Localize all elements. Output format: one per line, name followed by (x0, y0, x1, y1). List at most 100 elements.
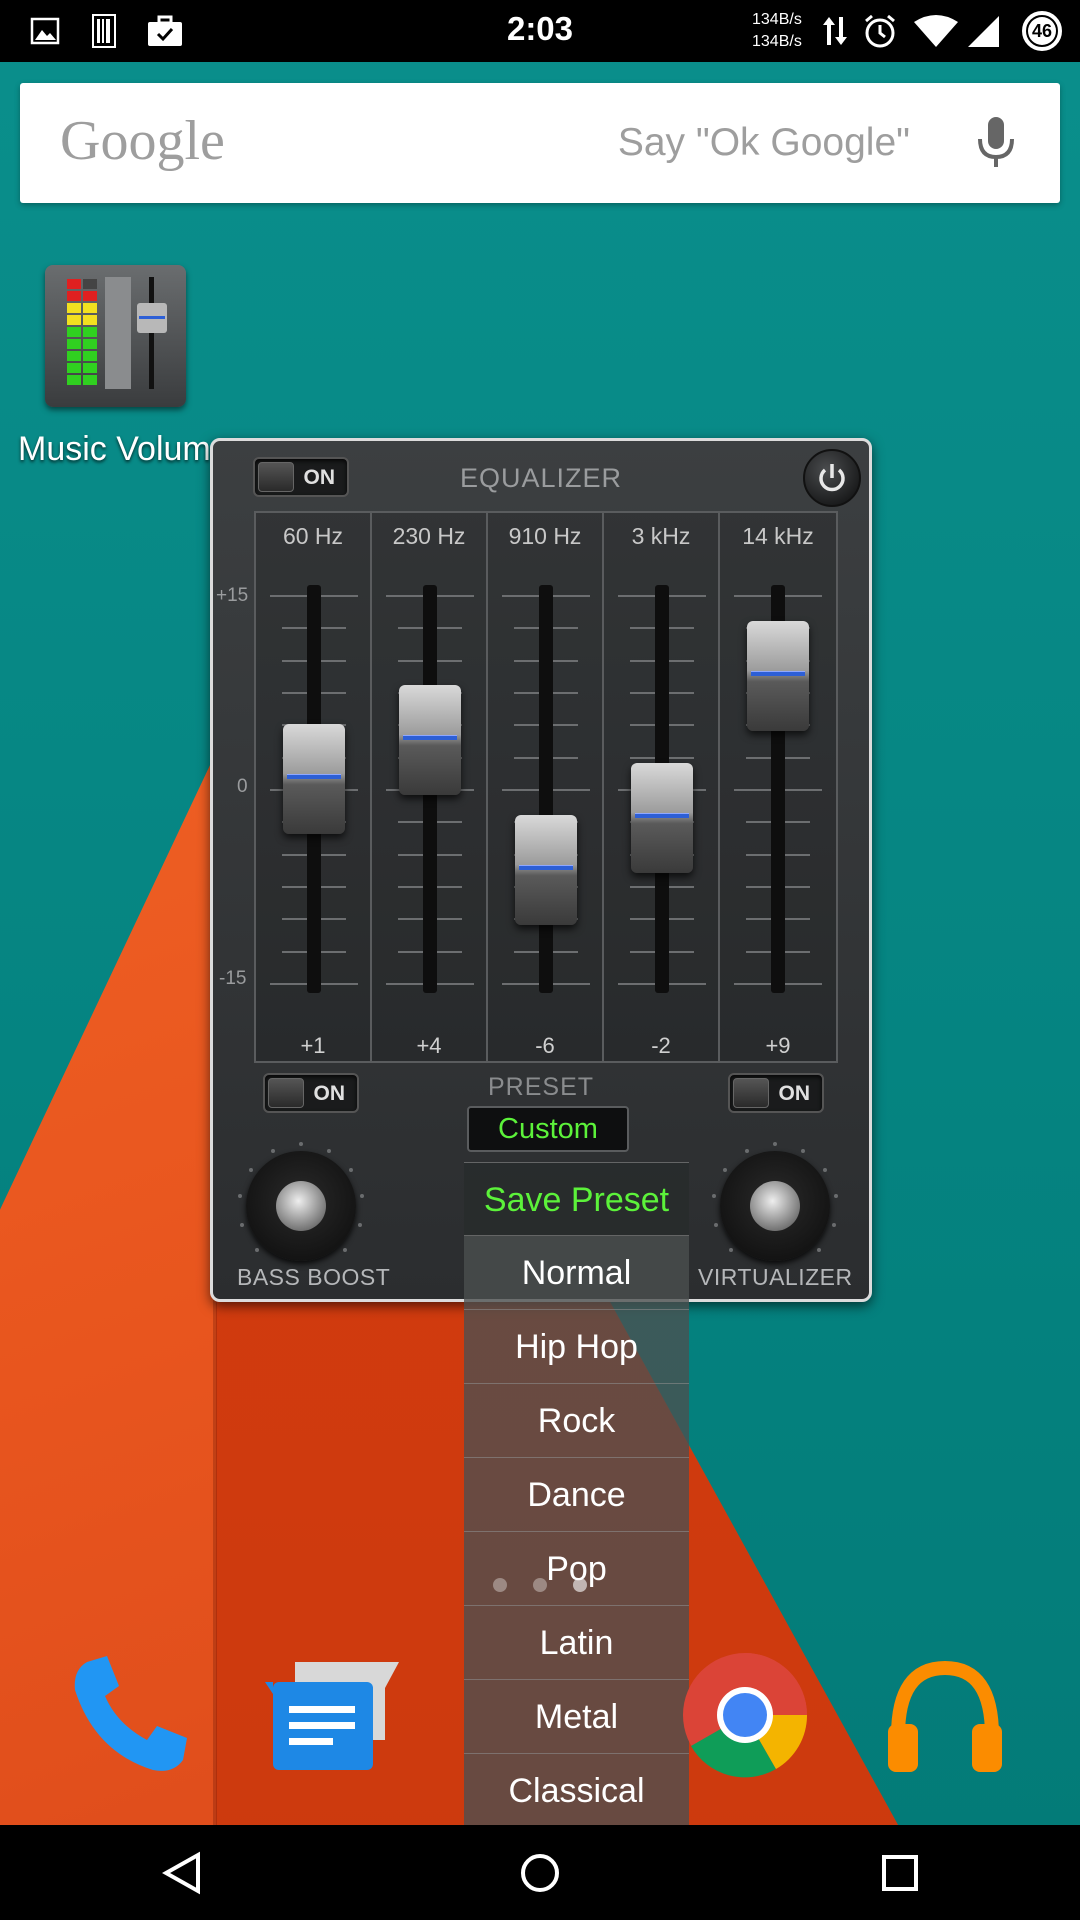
data-transfer-icon (822, 12, 848, 50)
preset-option[interactable]: Classical (464, 1754, 689, 1828)
slider-thumb[interactable] (283, 724, 345, 835)
slider-thumb[interactable] (631, 762, 693, 873)
google-search-bar[interactable]: Google Say "Ok Google" (20, 83, 1060, 203)
eq-band: 230 Hz +4 (372, 513, 488, 1061)
virtualizer-knob[interactable] (710, 1141, 840, 1271)
mic-icon[interactable] (976, 115, 1016, 171)
knob-scale-dot (248, 1167, 253, 1172)
bass-boost-label: BASS BOOST (237, 1264, 391, 1290)
knob-scale-dot (255, 1247, 260, 1252)
slider-thumb-indicator (519, 864, 573, 870)
knob-scale-dot (299, 1142, 303, 1146)
eq-band: 60 Hz +1 (256, 513, 372, 1061)
slider-thumb[interactable] (515, 814, 577, 925)
knob-scale-dot (831, 1223, 836, 1228)
knob-scale-dot (744, 1148, 749, 1153)
knob-cap (750, 1181, 800, 1231)
knob-scale-dot (342, 1247, 347, 1252)
knob-scale-dot (773, 1142, 777, 1146)
band-value-label: +4 (416, 1033, 442, 1058)
music-volume-app-icon[interactable] (45, 265, 186, 407)
equalizer-title: EQUALIZER (459, 463, 623, 493)
band-frequency-label: 14 kHz (742, 523, 814, 549)
preset-option[interactable]: Metal (464, 1680, 689, 1754)
app-label[interactable]: Music Volum. (18, 430, 220, 469)
level-meter-graphic (67, 277, 167, 389)
band-value-label: -2 (651, 1033, 671, 1058)
slider-thumb-indicator (635, 812, 689, 818)
power-icon[interactable] (803, 449, 861, 507)
google-logo: Google (60, 110, 225, 172)
preset-option[interactable]: Hip Hop (464, 1310, 689, 1384)
band-value-label: +9 (765, 1033, 791, 1058)
slider-thumb-indicator (751, 670, 805, 676)
knob-scale-dot (240, 1223, 245, 1228)
slider-thumb[interactable] (399, 685, 461, 796)
knob-body (720, 1151, 830, 1261)
knob-scale-dot (327, 1148, 332, 1153)
band-frequency-label: 910 Hz (508, 523, 582, 549)
preset-selector[interactable]: Custom (467, 1106, 629, 1152)
wifi-icon (912, 12, 960, 50)
wallpaper-seam (213, 1300, 217, 1830)
data-rate: 134B/s 134B/s (752, 9, 802, 53)
eq-band: 3 kHz -2 (604, 513, 720, 1061)
band-frequency-label: 60 Hz (282, 523, 344, 549)
status-bar: 2:03 134B/s 134B/s 46 (0, 0, 1080, 62)
knob-scale-dot (357, 1223, 362, 1228)
page-indicator (490, 1575, 590, 1595)
scale-bottom-label: -15 (219, 968, 247, 989)
slider-thumb-indicator (403, 735, 457, 741)
signal-icon (965, 12, 1001, 50)
knob-body (246, 1151, 356, 1261)
eq-band: 14 kHz +9 (720, 513, 836, 1061)
knob-scale-dot (823, 1167, 828, 1172)
knob-scale-dot (360, 1194, 365, 1199)
knob-scale-dot (834, 1194, 839, 1199)
band-value-label: -6 (535, 1033, 555, 1058)
band-frequency-label: 230 Hz (392, 523, 466, 549)
preset-option[interactable]: Normal (464, 1236, 689, 1310)
bass-boost-knob[interactable] (236, 1141, 366, 1271)
recents-icon[interactable] (872, 1845, 928, 1901)
eq-band: 910 Hz -6 (488, 513, 604, 1061)
chrome-icon[interactable] (680, 1650, 810, 1780)
knob-scale-dot (237, 1194, 242, 1199)
home-icon[interactable] (512, 1845, 568, 1901)
band-value-label: +1 (300, 1033, 326, 1058)
knob-scale-dot (349, 1167, 354, 1172)
knob-scale-dot (816, 1247, 821, 1252)
play-music-icon[interactable] (880, 1650, 1010, 1780)
preset-option[interactable]: Dance (464, 1458, 689, 1532)
slider-track[interactable] (539, 585, 553, 993)
back-icon[interactable] (154, 1845, 210, 1901)
search-hint: Say "Ok Google" (617, 121, 910, 164)
phone-icon[interactable] (65, 1650, 195, 1780)
battery-level: 46 (1031, 21, 1053, 41)
alarm-icon (860, 12, 900, 50)
navigation-bar (0, 1825, 1080, 1920)
scale-mid-label: 0 (237, 776, 248, 797)
band-frequency-label: 3 kHz (631, 523, 691, 549)
knob-scale-dot (801, 1148, 806, 1153)
knob-scale-dot (714, 1223, 719, 1228)
knob-scale-dot (711, 1194, 716, 1199)
knob-scale-dot (722, 1167, 727, 1172)
slider-thumb[interactable] (747, 620, 809, 731)
knob-scale-dot (729, 1247, 734, 1252)
slider-thumb-indicator (287, 774, 341, 780)
messenger-icon[interactable] (265, 1650, 399, 1780)
battery-icon: 46 (1020, 11, 1064, 51)
preset-option[interactable]: Latin (464, 1606, 689, 1680)
virtualizer-label: VIRTUALIZER (698, 1264, 853, 1290)
knob-cap (276, 1181, 326, 1231)
data-rate-down: 134B/s (752, 33, 802, 50)
band-panel: 60 Hz +1 230 Hz +4 910 Hz -6 3 kHz -2 14 kHz +9 (254, 511, 838, 1063)
data-rate-up: 134B/s (752, 11, 802, 28)
knob-scale-dot (270, 1148, 275, 1153)
save-preset-item[interactable]: Save Preset (464, 1162, 689, 1236)
preset-label: PRESET (487, 1073, 595, 1101)
scale-top-label: +15 (216, 585, 249, 606)
preset-dropdown: Save Preset Normal Hip Hop Rock Dance Pop Lat… (464, 1162, 689, 1828)
preset-option[interactable]: Rock (464, 1384, 689, 1458)
